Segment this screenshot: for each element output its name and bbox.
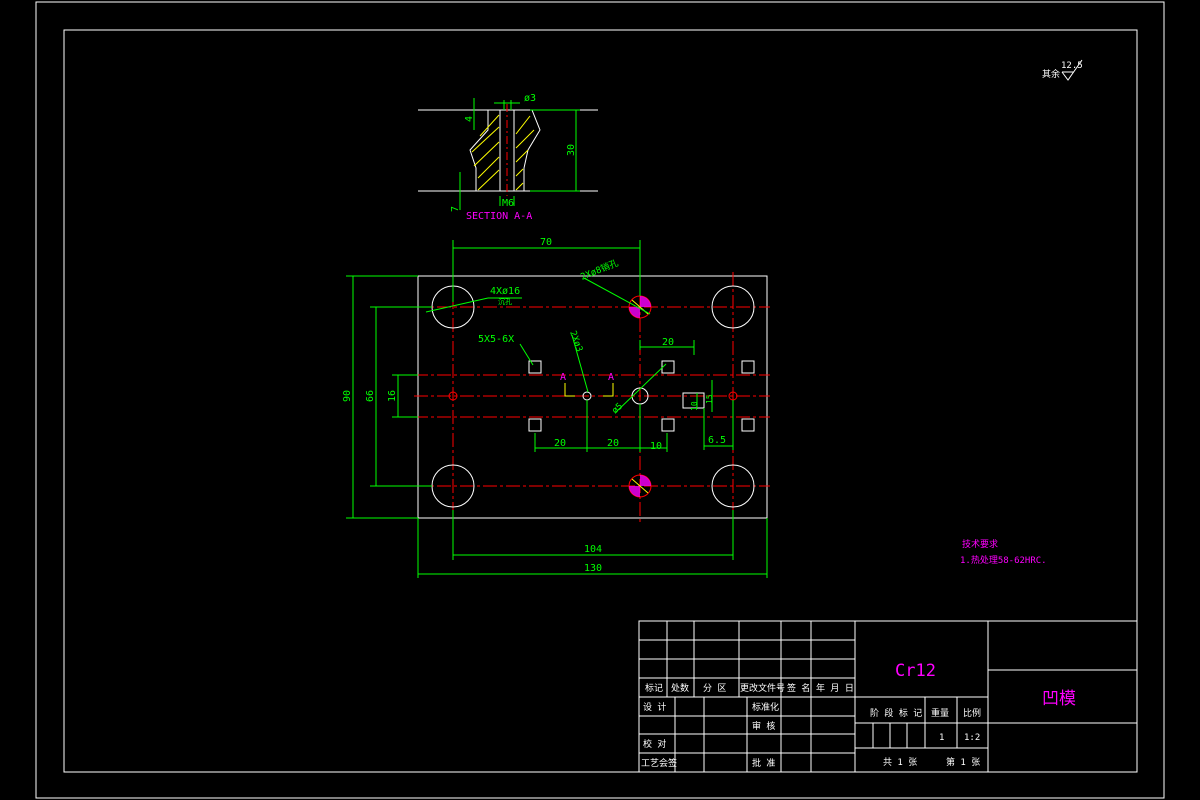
roughness-label: 其余	[1042, 68, 1060, 80]
pin-hole-top	[628, 295, 652, 319]
dim-130: 130	[584, 563, 602, 574]
tb-weight-value: 1	[939, 733, 944, 743]
square-hole-2	[528, 418, 542, 432]
tb-sheet-number: 第 1 张	[946, 756, 980, 768]
pin-hole-bottom	[628, 474, 652, 498]
tb-weight-label: 重量	[931, 707, 949, 719]
tb-process: 工艺会签	[641, 757, 677, 769]
dim-16: 16	[387, 390, 398, 402]
section-title: SECTION A-A	[466, 211, 532, 222]
section-dim-left-top: 4	[464, 116, 475, 122]
plan-view: A A 70 104 130 90 66 16 20 20 20 10 6.5 …	[342, 237, 770, 578]
tb-header-doc: 更改文件号	[740, 682, 785, 694]
section-dim-left-bottom: 7	[450, 206, 461, 212]
tb-stage-label: 阶 段 标 记	[870, 707, 922, 719]
note-center-hole: ø5	[610, 402, 625, 417]
tb-review: 审 核	[752, 720, 775, 732]
tech-req-title: 技术要求	[962, 538, 998, 550]
cad-drawing-canvas: 其余 12.5 ø3 30 4 7 M6 SECTION A-A A A 70 …	[35, 1, 1165, 799]
dim-10-right: 10	[690, 401, 699, 411]
tb-header-zone: 分 区	[703, 683, 726, 694]
sheet-inner-border	[63, 29, 1138, 773]
tb-header-mark: 标记	[645, 682, 663, 694]
section-marker-right: A	[608, 372, 614, 383]
tb-header-date: 年 月 日	[816, 682, 854, 694]
roughness-symbol: 其余 12.5	[1042, 59, 1083, 81]
tb-header-count: 处数	[671, 682, 689, 694]
square-hole-5	[741, 360, 755, 374]
dim-6-5: 6.5	[708, 435, 726, 446]
square-hole-6	[741, 418, 755, 432]
dim-66: 66	[365, 390, 376, 402]
tb-header-sign: 签 名	[787, 682, 810, 694]
dim-104: 104	[584, 544, 602, 555]
dim-20-top: 20	[662, 337, 674, 348]
tb-material: Cr12	[895, 661, 936, 681]
square-hole-4	[661, 418, 675, 432]
technical-requirements: 技术要求 1.热处理58-62HRC.	[960, 538, 1047, 566]
section-dim-thread: M6	[502, 198, 514, 209]
tb-part-name: 凹模	[1042, 689, 1076, 709]
section-dim-height: 30	[566, 144, 577, 156]
section-a-a-view: ø3 30 4 7 M6 SECTION A-A	[418, 93, 598, 222]
note-corner-holes-sub: 沉孔	[498, 298, 512, 306]
tech-req-line-1: 1.热处理58-62HRC.	[960, 554, 1047, 566]
dim-15-right: 15	[705, 394, 714, 404]
dim-20-b: 20	[607, 438, 619, 449]
tb-sheets-total: 共 1 张	[883, 757, 917, 768]
section-marker-left: A	[560, 372, 566, 383]
tb-scale-value: 1:2	[964, 733, 980, 743]
note-small-holes: 2Xø3	[567, 330, 584, 354]
square-hole-1	[528, 360, 542, 374]
tb-check: 校 对	[643, 738, 666, 750]
dim-90: 90	[342, 390, 353, 402]
dim-70: 70	[540, 237, 552, 248]
note-square-holes: 5X5-6X	[478, 334, 514, 345]
square-hole-3	[661, 360, 675, 374]
die-plate-outline	[417, 275, 768, 519]
note-corner-holes: 4Xø16	[490, 286, 520, 297]
note-pin-holes: 2Xø8销孔	[579, 257, 620, 283]
tb-scale-label: 比例	[963, 707, 981, 719]
sheet-outer-border	[35, 1, 1165, 799]
tb-standard: 标准化	[752, 701, 779, 713]
dim-20-a: 20	[554, 438, 566, 449]
tb-approve: 批 准	[752, 757, 775, 769]
dim-10-bottom: 10	[650, 441, 662, 452]
roughness-value: 12.5	[1061, 61, 1083, 71]
section-dim-diameter: ø3	[524, 93, 536, 104]
tb-design: 设 计	[643, 701, 666, 713]
